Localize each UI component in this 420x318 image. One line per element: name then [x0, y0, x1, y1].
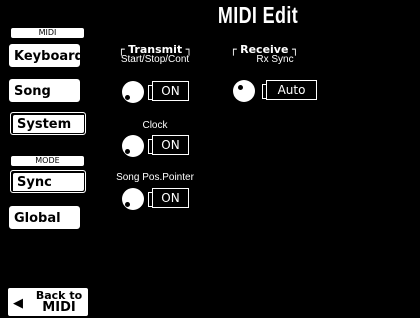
tab-keyboard-label: Keyboard — [14, 49, 84, 64]
back-to-midi-button[interactable]: ◀ Back to MIDI — [8, 288, 88, 316]
start-stop-cont-knob[interactable] — [122, 81, 144, 103]
tab-system-label: System — [17, 117, 72, 132]
rx-sync-label: Rx Sync — [256, 54, 294, 65]
tab-global-label: Global — [14, 211, 61, 226]
tab-system[interactable]: System — [10, 112, 86, 135]
rx-sync-knob[interactable] — [233, 80, 255, 102]
left-arrow-icon: ◀ — [13, 296, 23, 311]
midi-edit-screen: MIDI Edit MIDI Keyboard Song System MODE… — [0, 0, 420, 318]
clock-knob[interactable] — [122, 135, 144, 157]
rx-sync-value[interactable]: Auto — [262, 80, 317, 100]
tab-keyboard[interactable]: Keyboard — [9, 44, 84, 67]
clock-label: Clock — [142, 120, 168, 131]
tab-sync-label: Sync — [17, 175, 52, 190]
midi-section-label: MIDI — [11, 28, 84, 38]
mode-section-label: MODE — [11, 156, 84, 166]
song-pos-pointer-knob[interactable] — [122, 188, 144, 210]
page-title: MIDI Edit — [217, 2, 299, 28]
start-stop-cont-value[interactable]: ON — [148, 81, 189, 101]
start-stop-cont-label: Start/Stop/Cont — [120, 54, 190, 65]
song-pos-pointer-label: Song Pos.Pointer — [116, 172, 194, 183]
tab-song[interactable]: Song — [9, 79, 80, 102]
tab-sync[interactable]: Sync — [10, 170, 86, 193]
back-button-label: Back to MIDI — [31, 290, 87, 314]
clock-value[interactable]: ON — [148, 135, 189, 155]
back-button-line2: MIDI — [42, 300, 76, 315]
song-pos-pointer-value[interactable]: ON — [148, 188, 189, 208]
tab-song-label: Song — [14, 84, 51, 99]
tab-global[interactable]: Global — [9, 206, 80, 229]
